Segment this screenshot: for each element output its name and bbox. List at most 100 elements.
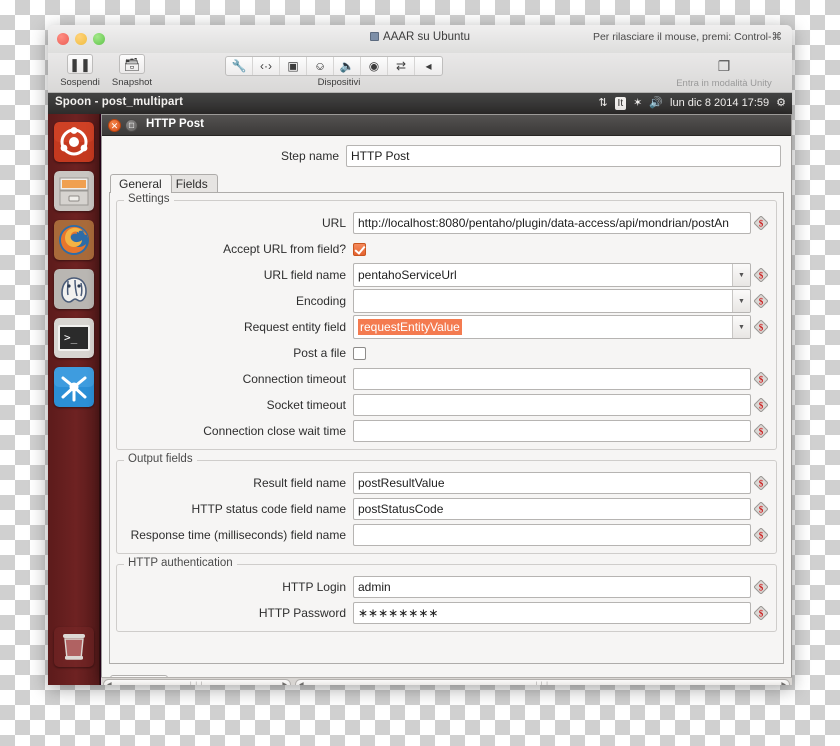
variable-marker-icon: $: [754, 372, 768, 386]
audio-icon[interactable]: 🔈: [334, 57, 361, 75]
settings-group: Settings URL $ Accept URL from f: [116, 193, 777, 450]
keyboard-layout-indicator[interactable]: It: [614, 96, 627, 110]
tab-fields[interactable]: Fields: [166, 174, 218, 193]
camera-icon[interactable]: ◉: [361, 57, 388, 75]
url-field-name-row: URL field name pentahoServiceUrl ▼ $: [125, 263, 768, 287]
session-gear-icon[interactable]: ⚙: [776, 95, 786, 111]
network-icon[interactable]: ‹·›: [253, 57, 280, 75]
url-field-name-combo[interactable]: pentahoServiceUrl ▼: [353, 263, 751, 287]
svg-text:$: $: [759, 375, 764, 385]
accept-url-from-field-label: Accept URL from field?: [223, 242, 346, 256]
encoding-combo[interactable]: ▼: [353, 289, 751, 313]
connection-timeout-label: Connection timeout: [242, 372, 346, 386]
http-authentication-group: HTTP authentication HTTP Login $: [116, 557, 777, 632]
dialog-body: Step name General Fields Settings URL: [102, 136, 791, 685]
http-login-input[interactable]: [353, 576, 751, 598]
unity-mode-button[interactable]: ❐ Entra in modalità Unity: [664, 55, 784, 89]
vm-titlebar: AAAR su Ubuntu Per rilasciare il mouse, …: [48, 25, 792, 53]
scroll-right-arrow-icon[interactable]: ▶: [282, 681, 287, 685]
output-fields-group-title: Output fields: [124, 453, 197, 465]
vm-machine-icon: [370, 32, 380, 41]
result-field-name-input[interactable]: [353, 472, 751, 494]
http-authentication-group-title: HTTP authentication: [124, 557, 237, 569]
vm-toolbar: ❚❚ Sospendi 🗃 Snapshot 🔧 ‹·› ▣ ⎉ 🔈 ◉ ⇄ ◂…: [48, 53, 792, 93]
request-entity-field-combo[interactable]: requestEntityValue ▼: [353, 315, 751, 339]
result-field-name-label: Result field name: [253, 476, 346, 490]
svg-text:$: $: [759, 479, 764, 489]
bluetooth-indicator-icon[interactable]: ✶: [633, 95, 642, 111]
postgresql-icon[interactable]: [54, 269, 94, 309]
post-a-file-checkbox[interactable]: [353, 346, 366, 360]
dialog-maximize-button[interactable]: ☐: [125, 119, 138, 132]
request-entity-field-label: Request entity field: [243, 320, 346, 334]
http-status-code-field-input[interactable]: [353, 498, 751, 520]
svg-text:$: $: [759, 609, 764, 619]
step-name-input[interactable]: [346, 145, 781, 167]
chevron-down-icon[interactable]: ▼: [732, 316, 750, 338]
connection-close-wait-input[interactable]: [353, 420, 751, 442]
dialog-tabs: General Fields: [110, 174, 791, 193]
spoon-scrollbar-left[interactable]: ◀ │││ ▶: [103, 679, 291, 685]
result-field-name-row: Result field name $: [125, 472, 768, 494]
svg-text:$: $: [759, 271, 764, 281]
snapshot-label: Snapshot: [111, 77, 153, 88]
step-name-label: Step name: [280, 149, 339, 163]
variable-marker-icon: $: [754, 398, 768, 412]
trash-icon[interactable]: [54, 627, 94, 667]
variable-marker-icon: $: [754, 580, 768, 594]
post-a-file-label: Post a file: [293, 346, 346, 360]
post-a-file-row: Post a file: [125, 342, 768, 364]
accept-url-from-field-checkbox[interactable]: [353, 242, 366, 256]
request-entity-field-value: requestEntityValue: [358, 319, 462, 335]
dialog-close-button[interactable]: ✕: [108, 119, 121, 132]
response-time-field-input[interactable]: [353, 524, 751, 546]
http-password-input[interactable]: [353, 602, 751, 624]
settings-wrench-icon[interactable]: 🔧: [226, 57, 253, 75]
pentaho-spoon-icon[interactable]: [54, 367, 94, 407]
shared-folders-icon[interactable]: ⇄: [388, 57, 415, 75]
svg-text:$: $: [759, 531, 764, 541]
url-row: URL $: [125, 212, 768, 234]
suspend-button[interactable]: ❚❚ Sospendi: [53, 54, 107, 88]
snapshot-button[interactable]: 🗃 Snapshot: [105, 54, 159, 88]
terminal-icon[interactable]: >_: [54, 318, 94, 358]
tab-panel-general: Settings URL $ Accept URL from f: [109, 192, 784, 664]
devices-toolbar-group[interactable]: 🔧 ‹·› ▣ ⎉ 🔈 ◉ ⇄ ◂: [225, 56, 443, 76]
scroll-left-arrow-icon[interactable]: ◀: [299, 681, 304, 685]
vm-title-text: AAAR su Ubuntu: [383, 31, 470, 43]
mouse-release-hint: Per rilasciare il mouse, premi: Control-…: [592, 31, 782, 43]
file-manager-icon[interactable]: [54, 171, 94, 211]
svg-text:$: $: [759, 219, 764, 229]
step-name-row: Step name: [102, 136, 791, 174]
harddisk-icon[interactable]: ▣: [280, 57, 307, 75]
dialog-titlebar: ✕ ☐ HTTP Post: [102, 115, 791, 136]
ubuntu-dash-icon[interactable]: [54, 122, 94, 162]
scrollbar-grip: │││: [534, 683, 550, 685]
collapse-icon[interactable]: ◂: [415, 57, 442, 75]
output-fields-group: Output fields Result field name $: [116, 453, 777, 554]
connection-timeout-input[interactable]: [353, 368, 751, 390]
scroll-left-arrow-icon[interactable]: ◀: [107, 681, 112, 685]
socket-timeout-input[interactable]: [353, 394, 751, 416]
chevron-down-icon[interactable]: ▼: [732, 290, 750, 312]
spoon-scrollbar-right[interactable]: ◀ │││ ▶: [295, 679, 790, 685]
scroll-right-arrow-icon[interactable]: ▶: [781, 681, 786, 685]
volume-indicator-icon[interactable]: 🔊: [649, 95, 663, 111]
unity-label: Entra in modalità Unity: [676, 78, 772, 89]
svg-text:>_: >_: [64, 331, 78, 344]
connection-close-wait-row: Connection close wait time $: [125, 420, 768, 442]
printer-icon[interactable]: ⎉: [307, 57, 334, 75]
svg-text:$: $: [759, 401, 764, 411]
socket-timeout-row: Socket timeout $: [125, 394, 768, 416]
tab-general[interactable]: General: [110, 174, 172, 193]
network-indicator-icon[interactable]: ⇅: [598, 95, 607, 111]
variable-marker-icon: $: [754, 606, 768, 620]
http-status-code-field-label: HTTP status code field name: [191, 502, 346, 516]
ubuntu-top-panel: Spoon - post_multipart ⇅ It ✶ 🔊 lun dic …: [48, 93, 792, 114]
firefox-icon[interactable]: [54, 220, 94, 260]
url-field-name-value: pentahoServiceUrl: [358, 268, 457, 282]
unity-icon: ❐: [717, 58, 731, 74]
request-entity-field-row: Request entity field requestEntityValue …: [125, 315, 768, 339]
chevron-down-icon[interactable]: ▼: [732, 264, 750, 286]
clock-indicator[interactable]: lun dic 8 2014 17:59: [670, 95, 769, 111]
